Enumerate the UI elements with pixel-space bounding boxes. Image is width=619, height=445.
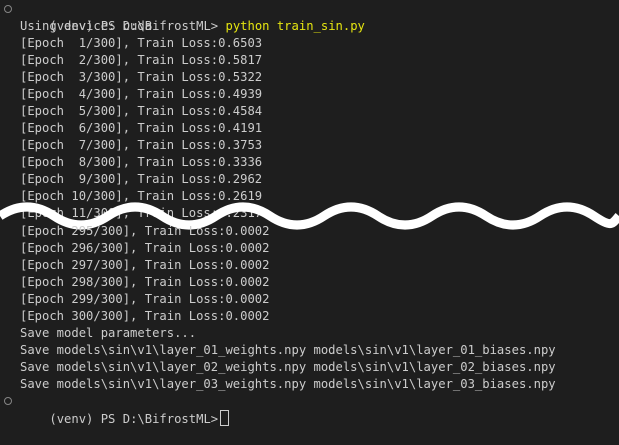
final-prompt: (venv) PS D:\BifrostML> [49,412,219,426]
output-line: [Epoch 297/300], Train Loss:0.0002 [20,258,270,272]
command-status-icon [4,5,12,13]
terminal-output: (venv) PS D:\BifrostML> python train_sin… [0,0,619,426]
output-line: [Epoch 300/300], Train Loss:0.0002 [20,309,270,323]
command-text: python train_sin.py [225,19,365,33]
output-line: Save models\sin\v1\layer_03_weights.npy … [20,377,556,391]
output-line: [Epoch 296/300], Train Loss:0.0002 [20,241,270,255]
output-line: Using device: cuda [20,19,153,33]
output-line: [Epoch 298/300], Train Loss:0.0002 [20,275,270,289]
prompt-status-icon [4,397,12,405]
output-line: [Epoch 6/300], Train Loss:0.4191 [20,121,263,135]
output-line: [Epoch 5/300], Train Loss:0.4584 [20,104,263,118]
output-line: [Epoch 7/300], Train Loss:0.3753 [20,138,263,152]
cursor[interactable] [220,410,230,426]
output-line: Save models\sin\v1\layer_01_weights.npy … [20,343,556,357]
output-line: [Epoch 8/300], Train Loss:0.3336 [20,155,263,169]
output-line: [Epoch 2/300], Train Loss:0.5817 [20,53,263,67]
output-line: [Epoch 1/300], Train Loss:0.6503 [20,36,263,50]
output-line: [Epoch 4/300], Train Loss:0.4939 [20,87,263,101]
output-line: [Epoch 295/300], Train Loss:0.0002 [20,224,270,238]
command-prompt-line: (venv) PS D:\BifrostML> python train_sin… [20,1,365,33]
output-line: Save model parameters... [20,326,197,340]
output-line: [Epoch 299/300], Train Loss:0.0002 [20,292,270,306]
output-line: [Epoch 9/300], Train Loss:0.2962 [20,172,263,186]
output-line: Save models\sin\v1\layer_02_weights.npy … [20,360,556,374]
output-line: [Epoch 3/300], Train Loss:0.5322 [20,70,263,84]
final-prompt-line[interactable]: (venv) PS D:\BifrostML> [20,393,230,426]
